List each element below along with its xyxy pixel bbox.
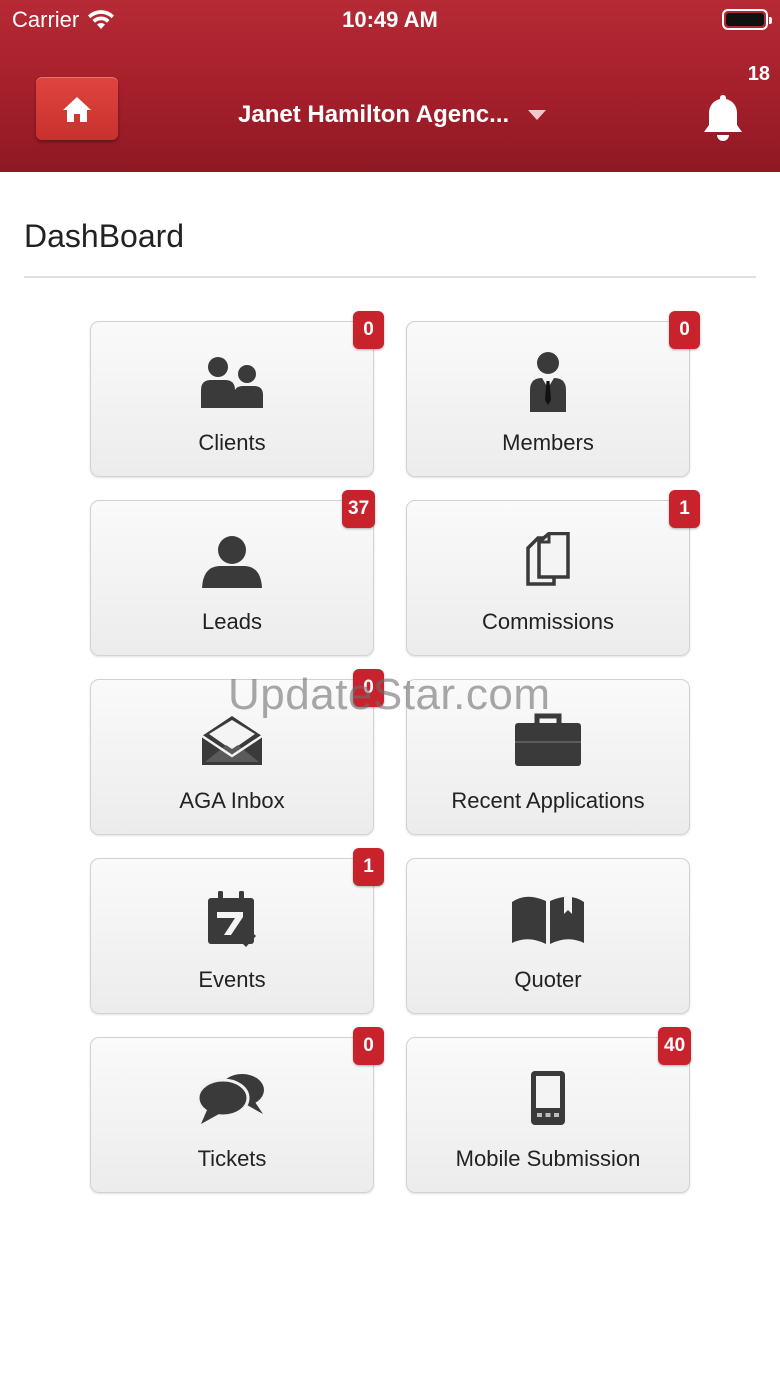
book-icon [512, 896, 584, 944]
home-button[interactable] [36, 77, 118, 140]
badge-commissions: 1 [669, 490, 700, 528]
battery-icon [722, 9, 772, 30]
home-icon [63, 96, 91, 122]
bell-icon[interactable] [700, 92, 746, 144]
tile-label: Leads [202, 609, 262, 634]
status-time: 10:49 AM [342, 7, 438, 32]
tile-clients[interactable]: Clients [90, 321, 374, 477]
tile-commissions[interactable]: Commissions [406, 500, 690, 656]
person-icon [202, 536, 262, 588]
badge-mobile-submission: 40 [658, 1027, 692, 1065]
tile-label: AGA Inbox [179, 788, 285, 813]
tile-mobile-submission[interactable]: Mobile Submission [406, 1037, 690, 1193]
briefcase-icon [515, 713, 581, 766]
tile-label: Commissions [481, 609, 615, 634]
chat-bubbles-icon [197, 1074, 264, 1124]
envelope-icon [201, 716, 263, 765]
tile-label: Mobile Submission [455, 1146, 641, 1171]
app-header: Carrier 10:49 AM Janet Hamilton Agenc...… [0, 0, 780, 172]
tile-quoter[interactable]: Quoter [406, 858, 690, 1014]
badge-events: 1 [353, 848, 384, 886]
page-title: DashBoard [24, 218, 185, 254]
tile-label: Events [198, 967, 266, 992]
mobile-phone-icon [531, 1071, 565, 1125]
notification-count: 18 [747, 63, 770, 85]
badge-tickets: 0 [353, 1027, 384, 1065]
tile-label: Clients [198, 430, 266, 455]
calendar-icon [208, 891, 256, 947]
tile-members[interactable]: Members [406, 321, 690, 477]
chevron-down-icon [528, 110, 547, 120]
clients-icon [201, 357, 263, 408]
tile-label: Members [502, 430, 594, 455]
badge-leads: 37 [342, 490, 376, 528]
tile-label: Quoter [514, 967, 582, 992]
tile-tickets[interactable]: Tickets [90, 1037, 374, 1193]
tile-label: Tickets [197, 1146, 267, 1171]
member-icon [530, 352, 566, 412]
tile-aga-inbox[interactable]: AGA Inbox [90, 679, 374, 835]
agency-selector[interactable]: Janet Hamilton Agenc... [238, 101, 547, 129]
tile-recent-applications[interactable]: Recent Applications [406, 679, 690, 835]
badge-clients: 0 [353, 311, 384, 349]
tile-leads[interactable]: Leads [90, 500, 374, 656]
badge-aga-inbox: 0 [353, 669, 384, 707]
agency-name: Janet Hamilton Agenc... [238, 101, 510, 128]
tile-label: Recent Applications [451, 788, 645, 813]
status-bar: Carrier 10:49 AM [0, 0, 780, 40]
documents-icon [526, 532, 570, 586]
badge-members: 0 [669, 311, 700, 349]
tile-events[interactable]: Events [90, 858, 374, 1014]
title-divider [24, 276, 756, 278]
